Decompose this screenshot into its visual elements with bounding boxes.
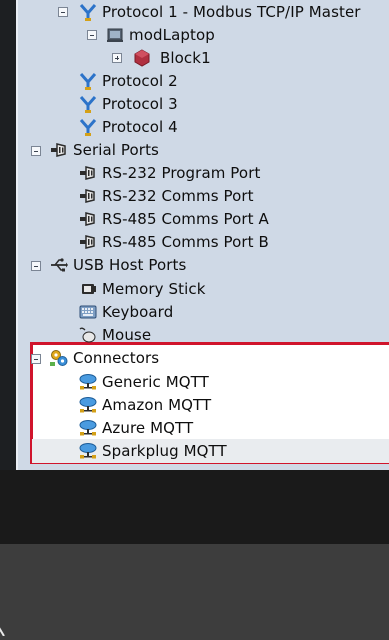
cloud-network-icon (79, 419, 97, 435)
left-dark-strip (0, 0, 16, 470)
keyboard-icon (79, 305, 97, 318)
collapse-modlaptop-toggle[interactable] (87, 30, 97, 40)
cloud-network-icon (79, 373, 97, 389)
tree-item-label: Protocol 3 (102, 94, 178, 113)
tree-item-label: Connectors (73, 348, 160, 367)
cube-block-icon (134, 48, 150, 67)
tree-item-protocol2[interactable]: Protocol 2 (78, 69, 178, 92)
tree-item-label: RS-485 Comms Port A (102, 209, 269, 228)
tree-item-label: USB Host Ports (73, 255, 187, 274)
tree-item-connector[interactable]: Amazon MQTT (78, 393, 211, 416)
tree-item-label: RS-485 Comms Port B (102, 232, 269, 251)
tree-item-label: Protocol 1 - Modbus TCP/IP Master (102, 2, 361, 21)
network-branch-icon (79, 3, 97, 21)
serial-port-icon (80, 165, 95, 180)
tree-item-usb-device[interactable]: Keyboard (78, 300, 173, 323)
tree-item-protocol4[interactable]: Protocol 4 (78, 115, 178, 138)
tree-item-label: Protocol 2 (102, 71, 178, 90)
tree-item-modlaptop[interactable]: modLaptop (105, 23, 215, 46)
tree-item-label: Memory Stick (102, 279, 206, 298)
project-tree: Protocol 1 - Modbus TCP/IP Master modLap… (16, 0, 389, 470)
memory-stick-icon (82, 283, 96, 294)
cloud-network-icon (79, 442, 97, 458)
tree-item-label: Azure MQTT (102, 418, 194, 437)
expand-block1-toggle[interactable] (112, 53, 122, 63)
cursor-icon (0, 627, 5, 636)
serial-port-icon (80, 188, 95, 203)
network-branch-icon (79, 118, 97, 136)
lower-dark-area (0, 470, 389, 544)
tree-item-label: Generic MQTT (102, 372, 209, 391)
tree-item-label: Sparkplug MQTT (102, 441, 227, 460)
usb-icon (51, 257, 68, 271)
tree-item-serial-port[interactable]: RS-485 Comms Port B (78, 230, 269, 253)
tree-item-usb-device[interactable]: Memory Stick (78, 277, 205, 300)
tree-item-label: Block1 (160, 48, 211, 67)
tree-item-label: RS-232 Program Port (102, 163, 261, 182)
tree-item-connector[interactable]: Azure MQTT (78, 416, 193, 439)
serial-port-icon (80, 234, 95, 249)
cloud-network-icon (79, 396, 97, 412)
mouse-icon (79, 327, 96, 342)
network-branch-icon (79, 95, 97, 113)
tree-item-connector[interactable]: Generic MQTT (78, 370, 209, 393)
tree-item-label: modLaptop (129, 25, 215, 44)
tree-item-protocol1[interactable]: Protocol 1 - Modbus TCP/IP Master (78, 0, 361, 23)
collapse-usb-host-ports-toggle[interactable] (31, 261, 41, 271)
collapse-connectors-toggle[interactable] (31, 354, 41, 364)
tree-item-label: Serial Ports (73, 140, 159, 159)
network-branch-icon (79, 72, 97, 90)
collapse-serial-ports-toggle[interactable] (31, 146, 41, 156)
tree-item-protocol3[interactable]: Protocol 3 (78, 92, 178, 115)
tree-item-serial-port[interactable]: RS-232 Program Port (78, 161, 260, 184)
tree-item-serial-port[interactable]: RS-485 Comms Port A (78, 207, 269, 230)
tree-item-usb-device[interactable]: Mouse (78, 323, 151, 346)
tree-item-label: Keyboard (102, 302, 174, 321)
tree-item-label: RS-232 Comms Port (102, 186, 254, 205)
serial-port-icon (51, 142, 66, 157)
tree-item-label: Mouse (102, 325, 152, 344)
laptop-icon (107, 28, 123, 42)
gears-icon (50, 349, 68, 366)
tree-item-serial-ports[interactable]: Serial Ports (49, 138, 159, 161)
tree-item-connectors[interactable]: Connectors (49, 346, 159, 369)
tree-item-connector[interactable]: Sparkplug MQTT (78, 439, 227, 462)
tree-item-usb-host-ports[interactable]: USB Host Ports (49, 253, 186, 276)
tree-item-serial-port[interactable]: RS-232 Comms Port (78, 184, 254, 207)
serial-port-icon (80, 211, 95, 226)
collapse-protocol1-toggle[interactable] (58, 7, 68, 17)
tree-item-block1[interactable]: Block1 (132, 46, 211, 69)
tree-item-label: Amazon MQTT (102, 395, 212, 414)
tree-item-label: Protocol 4 (102, 117, 178, 136)
bottom-gray-area (0, 544, 389, 640)
